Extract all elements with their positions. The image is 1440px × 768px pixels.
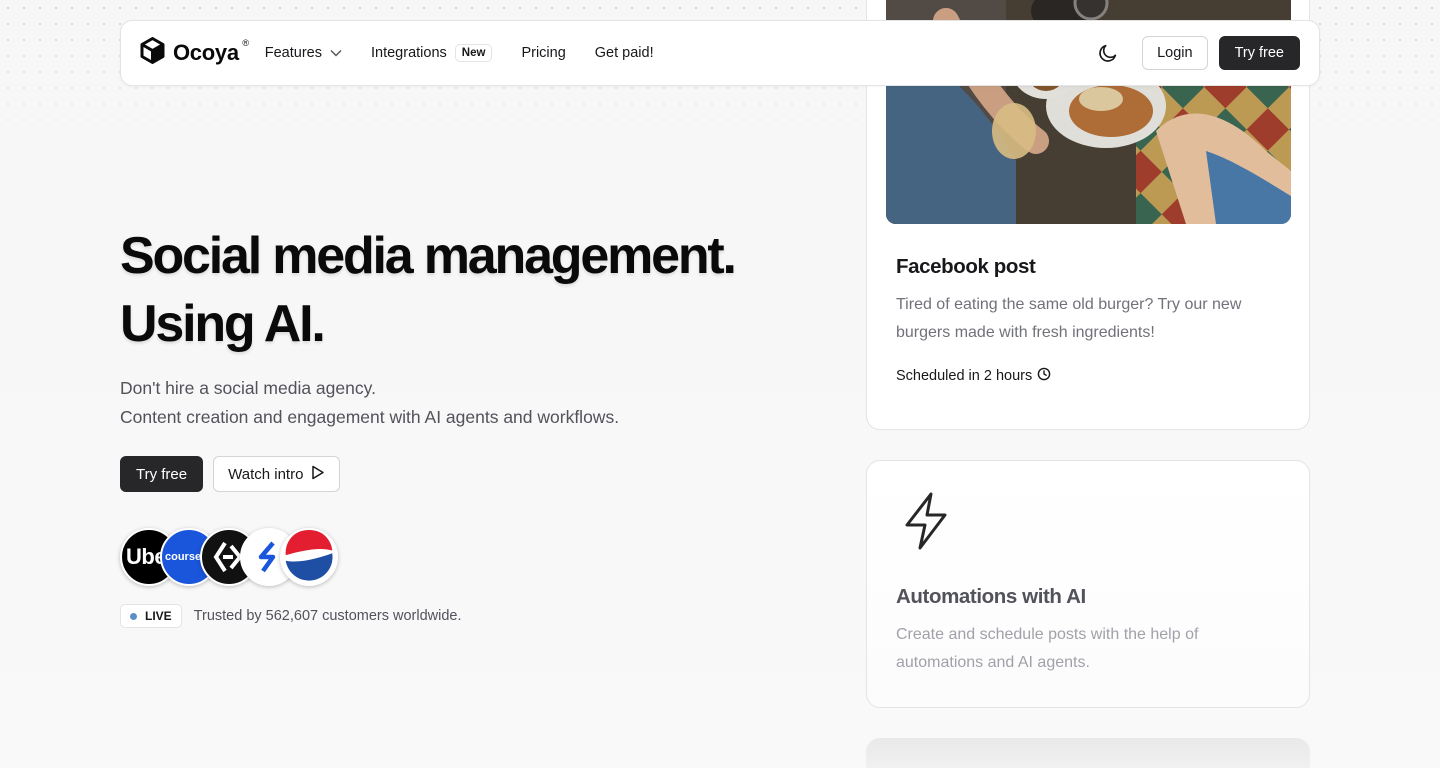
- live-dot-icon: [130, 612, 137, 620]
- post-card-text: Tired of eating the same old burger? Try…: [896, 296, 1242, 341]
- live-badge: LIVE: [120, 604, 182, 628]
- nav-actions: Login Try free: [1095, 36, 1300, 70]
- hero-title: Social media management. Using AI.: [120, 222, 840, 358]
- hero-title-line1: Social media management.: [120, 227, 737, 285]
- live-label: LIVE: [145, 609, 172, 623]
- clock-icon: [1037, 367, 1051, 385]
- automation-card-text: Create and schedule posts with the help …: [896, 626, 1199, 671]
- automation-card-title: Automations with AI: [896, 585, 1086, 608]
- brand-logo[interactable]: Ocoya ®: [140, 37, 249, 69]
- try-free-button[interactable]: Try free: [120, 456, 204, 492]
- post-card-title: Facebook post: [896, 255, 1036, 278]
- scheduled-status: Scheduled in 2 hours: [896, 367, 1051, 385]
- nav-item-label: Features: [264, 45, 322, 61]
- login-button[interactable]: Login: [1142, 36, 1208, 70]
- watch-intro-label: Watch intro: [228, 465, 304, 483]
- lightning-bolt-icon: [903, 491, 949, 556]
- ocoya-cube-icon: [140, 37, 165, 69]
- hero-section: Social media management. Using AI. Don't…: [120, 222, 840, 628]
- nav-item-features[interactable]: Features: [265, 45, 342, 61]
- try-free-nav-button[interactable]: Try free: [1218, 36, 1300, 70]
- hero-subtitle-line1: Don't hire a social media agency.: [120, 378, 376, 398]
- scheduled-label: Scheduled in 2 hours: [896, 368, 1033, 384]
- brand-name: Ocoya: [173, 40, 239, 65]
- nav-item-label: Get paid!: [594, 45, 654, 61]
- navbar: Ocoya ® Features Integrations New Pricing…: [120, 20, 1320, 86]
- moon-icon[interactable]: [1095, 40, 1121, 66]
- nav-item-integrations[interactable]: Integrations New: [371, 44, 493, 62]
- nav-item-label: Integrations: [371, 45, 447, 61]
- play-icon: [311, 465, 325, 484]
- new-badge: New: [454, 44, 493, 62]
- next-card-preview: [866, 738, 1310, 768]
- pepsi-logo: [280, 528, 338, 586]
- customer-logos: Uber coursera: [120, 528, 840, 586]
- nav-item-label: Pricing: [521, 45, 566, 61]
- watch-intro-button[interactable]: Watch intro: [213, 456, 341, 492]
- cta-row: Try free Watch intro: [120, 456, 840, 492]
- hero-subtitle: Don't hire a social media agency. Conten…: [120, 374, 840, 432]
- brand-registered-mark: ®: [242, 38, 249, 48]
- nav-item-pricing[interactable]: Pricing: [521, 45, 565, 61]
- live-row: LIVE Trusted by 562,607 customers worldw…: [120, 604, 840, 628]
- trusted-text: Trusted by 562,607 customers worldwide.: [193, 608, 462, 624]
- automation-card: Automations with AI Create and schedule …: [866, 460, 1310, 708]
- hero-subtitle-line2: Content creation and engagement with AI …: [120, 407, 620, 427]
- nav-item-get-paid[interactable]: Get paid!: [595, 45, 654, 61]
- nav-links: Features Integrations New Pricing Get pa…: [265, 44, 654, 62]
- chevron-down-icon: [330, 45, 342, 61]
- hero-title-line2: Using AI.: [120, 295, 326, 353]
